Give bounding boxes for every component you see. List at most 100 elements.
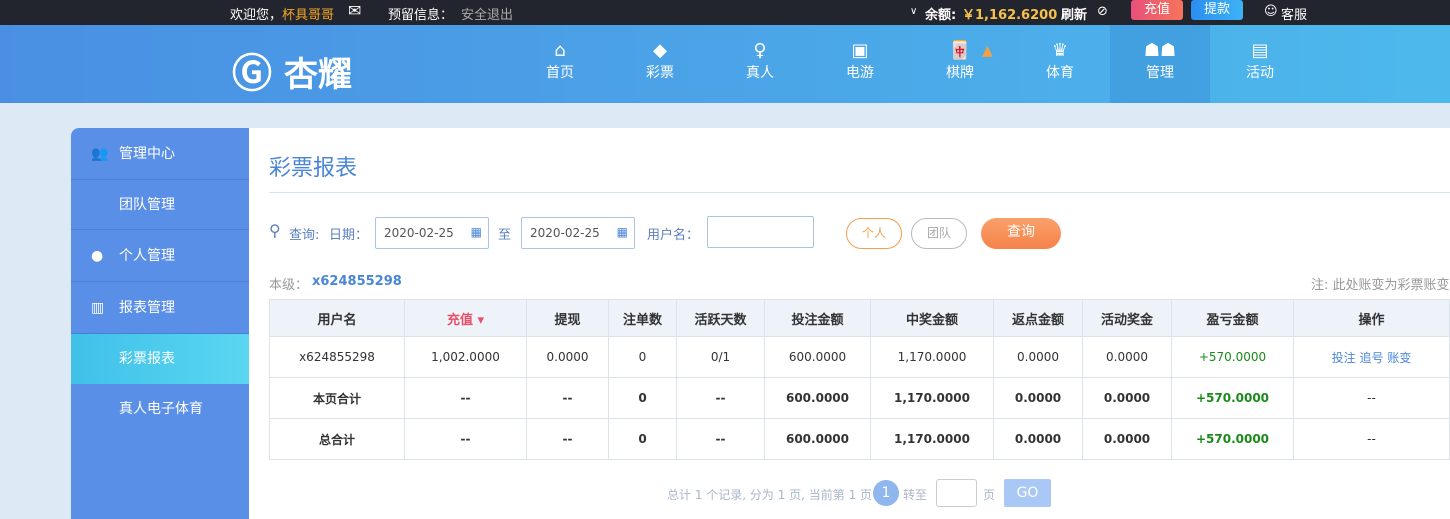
date-from-input[interactable]: 2020-02-25 ▦ [375,217,489,249]
query-label: 查询: [289,228,320,243]
table-cell: 0/1 [676,336,765,378]
nav-home[interactable]: ⌂ 首页 [510,25,610,103]
mahjong-icon: 🀄 [948,40,972,61]
page-title: 彩票报表 [269,156,358,181]
top-bar: 欢迎您， 杯具哥哥 ✉ 预留信息： 安全退出 ∨ 余额: ￥1,162.6200… [0,0,1450,25]
team-button[interactable]: 团队 [911,218,967,249]
sidebar-item-personal[interactable]: ● 个人管理 [71,230,249,282]
main-nav: Ⓖ 杏耀 ⌂ 首页 ◆ 彩票 ♀ 真人 ▣ 电游 🀄 棋牌 ▲ ♛ 体育 ☗☗ 管理 ▤ 活动 [0,25,1450,103]
welcome-text: 欢迎您， [230,8,283,23]
mail-icon[interactable]: ✉ [348,1,361,20]
service-link[interactable]: 客服 [1281,4,1307,23]
table-cell: 1,170.0000 [870,377,994,419]
gift-icon: ▤ [1251,40,1269,61]
goto-label: 转至 [903,488,928,502]
user-icon: ● [91,248,104,264]
table-cell: 0.0000 [993,418,1083,460]
slot-icon: ▣ [851,40,869,61]
nav-chess[interactable]: 🀄 棋牌 ▲ [910,25,1010,103]
table-cell: 0.0000 [1082,336,1172,378]
nav-slots[interactable]: ▣ 电游 [810,25,910,103]
table-cell: 本页合计 [269,377,405,419]
home-icon: ⌂ [554,40,566,61]
reserve-info: 预留信息： [388,8,454,23]
table-cell: 0.0000 [993,377,1083,419]
date-label: 日期： [329,228,369,243]
page-1-button[interactable]: 1 [873,480,899,506]
search-button[interactable]: 查询 [981,218,1061,249]
sidebar: 👥 管理中心 团队管理 ● 个人管理 ▥ 报表管理 彩票报表 真人电子体育 [71,128,249,519]
sidebar-item-lottery-report[interactable]: 彩票报表 [71,334,249,384]
nav-manage[interactable]: ☗☗ 管理 [1110,25,1210,103]
table-cell: 0.0000 [993,336,1083,378]
page-label: 页 [983,488,996,502]
sidebar-item-live-report[interactable]: 真人电子体育 [71,384,249,434]
username-label: 用户名： [647,228,700,243]
crown-emblem-icon: Ⓖ [232,51,272,97]
person-icon: ♀ [753,40,767,61]
eye-hidden-icon[interactable]: ⊘ [1097,4,1108,19]
withdraw-button[interactable]: 提款 [1191,0,1243,20]
pager-summary: 总计 1 个记录, 分为 1 页, 当前第 1 页 [667,488,873,502]
fire-icon: ▲ [982,43,993,59]
nav-lottery[interactable]: ◆ 彩票 [610,25,710,103]
sidebar-item-reports[interactable]: ▥ 报表管理 [71,282,249,334]
goto-page-input[interactable] [936,479,977,507]
table-cell: x624855298 [269,336,405,378]
refresh-button[interactable]: 刷新 [1061,4,1087,23]
report-table: 用户名 充值 ▾ 提现 注单数 活跃天数 投注金额 中奖金额 返点金额 活动奖金… [269,299,1450,460]
table-cell: +570.0000 [1171,336,1294,378]
chevron-down-icon[interactable]: ∨ [910,6,917,17]
account-change-link[interactable]: 账变 [1387,351,1411,365]
document-icon: ▥ [91,300,105,316]
sidebar-item-manage-center[interactable]: 👥 管理中心 [71,128,249,180]
date-to-input[interactable]: 2020-02-25 ▦ [521,217,635,249]
username-link[interactable]: 杯具哥哥 [282,4,334,23]
logo[interactable]: Ⓖ 杏耀 [232,33,382,97]
to-label: 至 [498,228,512,243]
nav-promo[interactable]: ▤ 活动 [1210,25,1310,103]
table-row-page-total: 本页合计 -- -- 0 -- 600.0000 1,170.0000 0.0000 0.000… [269,377,1450,419]
table-row-grand-total: 总合计 -- -- 0 -- 600.0000 1,170.0000 0.0000 0.0000… [269,418,1450,460]
table-cell: -- [1293,377,1450,419]
table-cell: 总合计 [269,418,405,460]
balance-label: 余额: [925,8,957,23]
table-cell: +570.0000 [1171,418,1294,460]
table-cell: -- [526,418,609,460]
table-cell: 0.0000 [1082,377,1172,419]
personal-button[interactable]: 个人 [846,218,902,249]
calendar-icon[interactable]: ▦ [617,225,628,239]
logout-link[interactable]: 安全退出 [461,4,513,23]
table-cell: 0 [608,336,677,378]
recharge-sort-header[interactable]: 充值 ▾ [404,299,527,337]
ticket-icon: ◆ [653,40,667,61]
chat-icon[interactable]: ☺ [1264,4,1278,19]
table-cell: 0 [608,377,677,419]
table-header: 用户名 充值 ▾ 提现 注单数 活跃天数 投注金额 中奖金额 返点金额 活动奖金… [269,299,1450,337]
table-cell: 0.0000 [526,336,609,378]
table-cell: -- [526,377,609,419]
note-text: 注: 此处账变为彩票账变 [1311,278,1450,293]
calendar-icon[interactable]: ▦ [471,225,482,239]
sidebar-item-team[interactable]: 团队管理 [71,180,249,230]
nav-sports[interactable]: ♛ 体育 [1010,25,1110,103]
go-button[interactable]: GO [1004,479,1051,507]
bet-link[interactable]: 投注 [1332,351,1356,365]
users-icon: 👥 [91,146,109,162]
deposit-button[interactable]: 充值 [1131,0,1183,20]
search-icon: ⚲ [269,221,281,240]
table-cell: -- [404,377,527,419]
level-user-link[interactable]: x624855298 [312,274,402,289]
table-cell: 600.0000 [764,377,871,419]
table-cell: -- [404,418,527,460]
table-cell: +570.0000 [1171,377,1294,419]
table-row: x624855298 1,002.0000 0.0000 0 0/1 600.0000 1,… [269,336,1450,378]
nav-live[interactable]: ♀ 真人 [710,25,810,103]
username-input[interactable] [707,216,814,248]
table-cell: -- [1293,418,1450,460]
chase-link[interactable]: 追号 [1359,351,1383,365]
trophy-icon: ♛ [1051,40,1069,61]
table-cell: 0.0000 [1082,418,1172,460]
sort-down-icon: ▾ [472,312,485,328]
table-cell: 600.0000 [764,418,871,460]
